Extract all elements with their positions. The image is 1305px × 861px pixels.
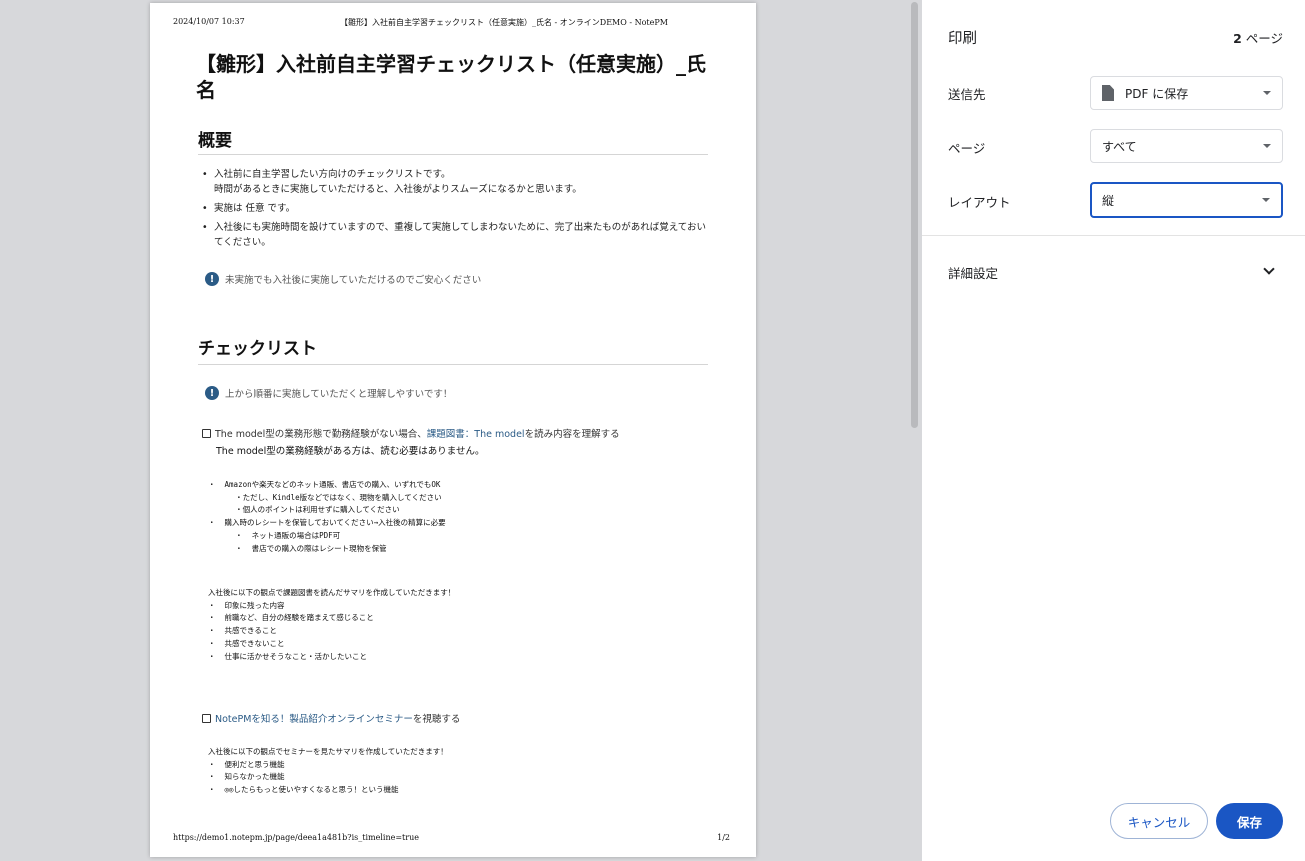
overview-heading: 概要 — [198, 131, 232, 151]
pages-label: ページ — [948, 141, 986, 156]
page-header-date: 2024/10/07 10:37 — [173, 17, 245, 26]
overview-divider — [198, 154, 708, 155]
purchase-instructions: ・ Amazonや楽天などのネット通販、書店での購入、いずれでもOK ・ただし、… — [208, 480, 446, 553]
preview-page: 2024/10/07 10:37 【雛形】入社前自主学習チェックリスト（任意実施… — [150, 3, 756, 857]
chevron-down-icon[interactable] — [1263, 263, 1275, 275]
overview-note: ! 未実施でも入社後に実施していただけるのでご安心ください — [205, 272, 481, 286]
layout-value: 縦 — [1102, 193, 1115, 208]
book-summary-instructions: 入社後に以下の観点で課題図書を読んだサマリを作成していただきます！・ 印象に残っ… — [208, 588, 456, 661]
seminar-link[interactable]: NotePMを知る！製品紹介オンラインセミナー — [215, 711, 413, 725]
page-count: 2 ページ — [1233, 31, 1283, 46]
list-item: 入社前に自主学習したい方向けのチェックリストです。時間があるときに実施していただ… — [202, 167, 707, 197]
page-footer-number: 1/2 — [717, 833, 730, 842]
preview-scrollbar[interactable] — [907, 0, 922, 861]
checklist-divider — [198, 364, 708, 365]
checkbox-icon — [202, 428, 211, 438]
destination-select[interactable]: PDF に保存 — [1090, 76, 1283, 110]
destination-value: PDF に保存 — [1125, 86, 1189, 101]
exclamation-icon: ! — [205, 272, 219, 286]
checklist-heading: チェックリスト — [198, 339, 317, 359]
exclamation-icon: ! — [205, 386, 219, 400]
panel-title: 印刷 — [948, 31, 977, 47]
seminar-summary-instructions: 入社後に以下の観点でセミナーを見たサマリを作成していただきます！・ 便利だと思う… — [208, 747, 448, 795]
file-icon — [1102, 85, 1114, 101]
document-title: 【雛形】入社前自主学習チェックリスト（任意実施）_氏名 — [196, 52, 706, 102]
page-header-title: 【雛形】入社前自主学習チェックリスト（任意実施）_氏名 - オンラインDEMO … — [340, 18, 668, 27]
more-settings-toggle[interactable]: 詳細設定 — [948, 263, 998, 282]
page-footer-url: https://demo1.notepm.jp/page/deea1a481b?… — [173, 833, 419, 842]
pages-select[interactable]: すべて — [1090, 129, 1283, 163]
task-note: The model型の業務経験がある方は、読む必要はありません。 — [216, 446, 485, 457]
checklist-note-text: 上から順番に実施していただくと理解しやすいです！ — [225, 389, 453, 400]
scrollbar-thumb[interactable] — [911, 2, 918, 428]
checkbox-icon — [202, 713, 211, 723]
task-item-seminar: NotePMを知る！製品紹介オンラインセミナー を視聴する — [202, 711, 460, 725]
checklist-note: ! 上から順番に実施していただくと理解しやすいです！ — [205, 386, 452, 400]
layout-select[interactable]: 縦 — [1090, 182, 1283, 218]
book-link[interactable]: 課題図書：The model — [427, 426, 525, 440]
dropdown-caret-icon — [1263, 91, 1271, 95]
dropdown-caret-icon — [1263, 144, 1271, 148]
print-settings-panel: 印刷 2 ページ 送信先 PDF に保存 ページ すべて レイアウト 縦 詳細設… — [922, 0, 1305, 861]
cancel-button[interactable]: キャンセル — [1110, 803, 1208, 839]
dropdown-caret-icon — [1262, 198, 1270, 202]
print-preview-area: 2024/10/07 10:37 【雛形】入社前自主学習チェックリスト（任意実施… — [0, 0, 907, 861]
overview-note-text: 未実施でも入社後に実施していただけるのでご安心ください — [225, 275, 482, 286]
layout-label: レイアウト — [948, 195, 1011, 210]
destination-label: 送信先 — [948, 87, 986, 102]
list-item: 入社後にも実施時間を設けていますので、重複して実施してしまわないために、完了出来… — [202, 220, 707, 250]
task-item-the-model: The model型の業務形態で勤務経験がない場合、 課題図書：The mode… — [202, 426, 620, 440]
list-item: 実施は 任意 です。 — [202, 201, 707, 216]
pages-value: すべて — [1102, 139, 1137, 154]
panel-divider — [922, 235, 1305, 236]
save-button[interactable]: 保存 — [1216, 803, 1283, 839]
overview-bullets: 入社前に自主学習したい方向けのチェックリストです。時間があるときに実施していただ… — [202, 167, 707, 254]
